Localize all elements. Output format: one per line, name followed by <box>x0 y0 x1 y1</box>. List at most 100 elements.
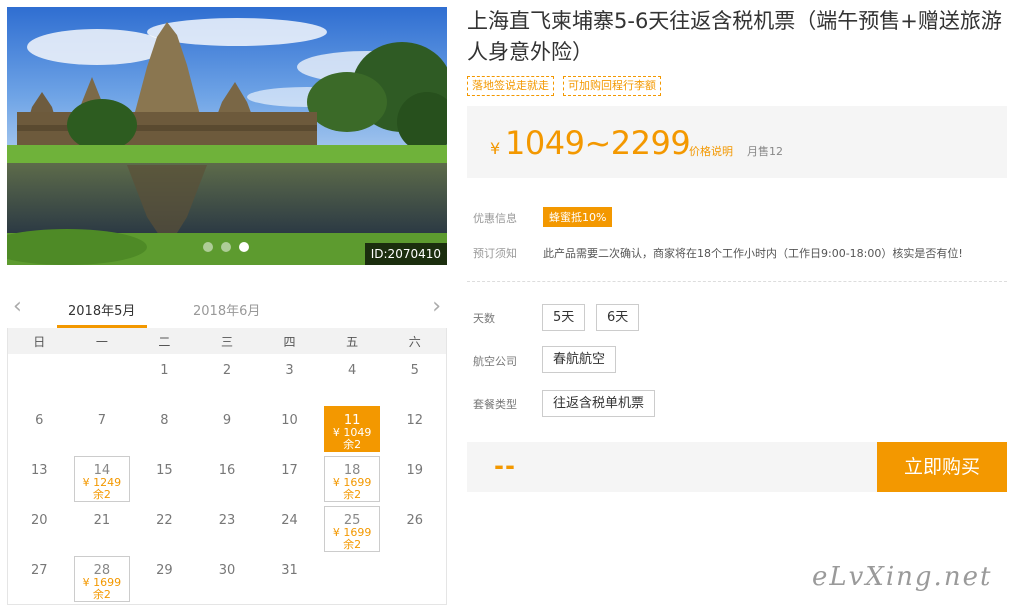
price-panel: ¥ 1049~2299 价格说明 月售12 <box>467 106 1007 178</box>
calendar-day-number: 15 <box>156 463 173 478</box>
calendar-day: 24 <box>258 504 321 554</box>
calendar-day: 13 <box>8 454 71 504</box>
calendar-day: 23 <box>196 504 259 554</box>
calendar-day: 5 <box>383 354 446 404</box>
calendar-blank-cell <box>8 354 71 404</box>
calendar-day-remaining: 余2 <box>343 438 362 451</box>
calendar-day[interactable]: 18 ¥ 1699 余2 <box>321 454 384 504</box>
calendar-day-number: 4 <box>347 363 357 378</box>
currency-symbol: ¥ <box>490 139 501 158</box>
product-tags: 落地签说走就走 可加购回程行李额 <box>467 76 661 96</box>
calendar-day-number: 7 <box>97 413 106 428</box>
calendar-day: 8 <box>133 404 196 454</box>
divider <box>467 281 1007 282</box>
calendar-day-remaining: 余2 <box>343 488 362 501</box>
calendar-day-number: 21 <box>93 513 111 528</box>
calendar-days: 1 2 3 4 5 6 7 8 9 10 11 ¥ 1049 余2 12 13 14 ¥ 1249 余2 15 16 1… <box>8 354 446 604</box>
price-explain-link[interactable]: 价格说明 <box>689 143 733 159</box>
calendar-day: 4 <box>321 354 384 404</box>
chevron-right-icon[interactable]: › <box>432 296 441 318</box>
tag-visa: 落地签说走就走 <box>467 76 554 96</box>
calendar-grid: 日一二三四五六 1 2 3 4 5 6 7 8 9 10 11 ¥ 1049 余2 12 13 14 ¥ 124… <box>7 328 447 605</box>
calendar-day: 27 <box>8 554 71 604</box>
calendar-day-number: 30 <box>218 563 236 578</box>
product-title: 上海直飞柬埔寨5-6天往返含税机票（端午预售+赠送旅游人身意外险） <box>467 9 1002 64</box>
calendar-day: 7 <box>71 404 134 454</box>
month-tab-june[interactable]: 2018年6月 <box>193 300 260 319</box>
total-price: -- <box>494 452 516 480</box>
carousel-dot-active[interactable] <box>239 242 249 252</box>
calendar-day: 3 <box>258 354 321 404</box>
calendar-day-number: 10 <box>281 413 298 428</box>
calendar-day-number: 19 <box>406 463 423 478</box>
calendar-day-number: 25 <box>343 513 361 528</box>
weekday-label: 五 <box>346 334 359 349</box>
price-range: 1049~2299 <box>505 124 691 162</box>
calendar-day[interactable]: 28 ¥ 1699 余2 <box>71 554 134 604</box>
carousel-dot[interactable] <box>221 242 231 252</box>
calendar-day: 12 <box>383 404 446 454</box>
calendar-day: 1 <box>133 354 196 404</box>
weekday-label: 六 <box>408 334 421 349</box>
calendar-day-remaining: 余2 <box>92 488 111 501</box>
calendar-day: 31 <box>258 554 321 604</box>
promo-row: 优惠信息 蜂蜜抵10% <box>473 207 613 227</box>
promo-label: 优惠信息 <box>473 212 517 225</box>
calendar-day-number: 9 <box>222 413 232 428</box>
calendar-day-number: 11 <box>343 413 361 428</box>
option-days-5[interactable]: 5天 <box>542 304 586 331</box>
tag-luggage: 可加购回程行李额 <box>563 76 661 96</box>
calendar-day-number: 29 <box>156 563 173 578</box>
calendar-day-number: 26 <box>406 513 423 528</box>
calendar-day: 2 <box>196 354 259 404</box>
calendar-day[interactable]: 11 ¥ 1049 余2 <box>321 404 384 454</box>
weekday-label: 一 <box>95 334 108 349</box>
calendar-day: 19 <box>383 454 446 504</box>
calendar-day-number: 18 <box>343 463 361 478</box>
chevron-left-icon[interactable]: ‹ <box>13 296 22 318</box>
calendar-day-number: 27 <box>31 563 48 578</box>
buy-bar: -- 立即购买 <box>467 442 1007 492</box>
calendar-day[interactable]: 25 ¥ 1699 余2 <box>321 504 384 554</box>
calendar-day: 30 <box>196 554 259 604</box>
month-tab-may[interactable]: 2018年5月 <box>68 300 135 319</box>
calendar-day-number: 28 <box>93 563 111 578</box>
calendar-day-number: 12 <box>406 413 423 428</box>
option-days-6[interactable]: 6天 <box>596 304 640 331</box>
calendar-day-number: 14 <box>93 463 111 478</box>
calendar-day: 26 <box>383 504 446 554</box>
promo-badge: 蜂蜜抵10% <box>543 207 613 227</box>
product-id-badge: ID:2070410 <box>364 243 447 265</box>
calendar-day-number: 6 <box>35 413 44 428</box>
price-calendar: ‹ 2018年5月 2018年6月 › 日一二三四五六 1 2 3 4 5 6 7 8 9 10 1… <box>7 290 447 605</box>
calendar-day: 15 <box>133 454 196 504</box>
notice-row: 预订须知 此产品需要二次确认，商家将在18个工作小时内（工作日9:00-18:0… <box>473 245 963 261</box>
calendar-day[interactable]: 14 ¥ 1249 余2 <box>71 454 134 504</box>
calendar-day: 21 <box>71 504 134 554</box>
calendar-day: 22 <box>133 504 196 554</box>
airline-label: 航空公司 <box>473 355 517 368</box>
weekday-header: 日一二三四五六 <box>8 328 446 354</box>
buy-now-button[interactable]: 立即购买 <box>877 442 1007 492</box>
calendar-day-number: 31 <box>281 563 298 578</box>
calendar-day-remaining: 余2 <box>343 538 362 551</box>
notice-text: 此产品需要二次确认，商家将在18个工作小时内（工作日9:00-18:00）核实是… <box>543 247 963 260</box>
product-photo[interactable]: ID:2070410 <box>7 7 447 265</box>
weekday-label: 日 <box>33 334 46 349</box>
calendar-blank-cell <box>71 354 134 404</box>
calendar-day-number: 5 <box>410 363 419 378</box>
site-watermark: eLvXing.net <box>812 562 993 592</box>
calendar-day: 16 <box>196 454 259 504</box>
option-package[interactable]: 往返含税单机票 <box>542 390 656 417</box>
calendar-day: 20 <box>8 504 71 554</box>
calendar-day-number: 1 <box>160 363 169 378</box>
carousel-dot[interactable] <box>203 242 213 252</box>
option-airline[interactable]: 春航航空 <box>542 346 617 373</box>
calendar-nav: ‹ 2018年5月 2018年6月 › <box>7 290 447 328</box>
calendar-day-number: 8 <box>160 413 169 428</box>
calendar-day: 9 <box>196 404 259 454</box>
notice-label: 预订须知 <box>473 247 517 260</box>
calendar-day-remaining: 余2 <box>92 588 111 601</box>
calendar-day-number: 23 <box>218 513 236 528</box>
weekday-label: 三 <box>220 334 233 349</box>
